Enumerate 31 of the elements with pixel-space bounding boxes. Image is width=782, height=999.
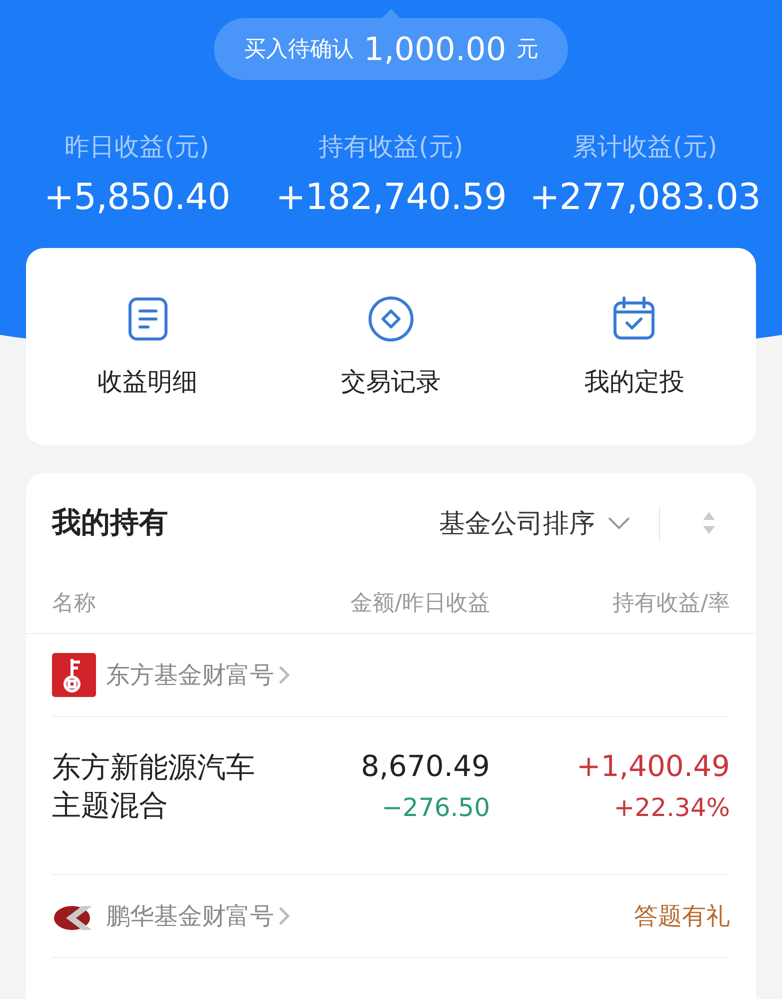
column-header: 持有收益/率 [612, 590, 730, 618]
section-title: 我的持有 [52, 504, 169, 541]
fund-name: 东方新能源汽车主题混合 [52, 749, 256, 824]
pending-label: 买入待确认 [244, 36, 354, 64]
coin-icon [366, 295, 415, 343]
quiz-reward-link[interactable]: 答题有礼 [634, 900, 730, 932]
key-logo-icon [52, 653, 96, 697]
stat-value: +5,850.40 [44, 177, 230, 218]
stat-label: 持有收益(元) [318, 131, 464, 163]
pending-amount: 1,000.00 [364, 30, 506, 68]
sort-dropdown[interactable]: 基金公司排序 [439, 506, 660, 540]
company-link[interactable]: 东方基金财富号 [106, 659, 290, 691]
chevron-down-icon [607, 516, 631, 530]
shortcut-button[interactable]: 交易记录 [269, 295, 513, 398]
stat-label: 昨日收益(元) [64, 131, 210, 163]
chevron-right-icon [278, 906, 290, 926]
holding-profit: +1,400.49 [576, 749, 730, 783]
daily-profit: −276.50 [382, 793, 490, 822]
chevron-right-icon [278, 665, 290, 685]
fund-amount: 8,670.49 [360, 749, 490, 783]
column-header: 名称 [52, 590, 97, 618]
shortcut-button[interactable]: 收益明细 [26, 295, 270, 398]
stat-label: 累计收益(元) [572, 131, 718, 163]
column-header: 金额/昨日收益 [350, 590, 490, 618]
fund-row[interactable]: 东方新能源汽车主题混合 8,670.49 −276.50 +1,400.49 +22.34% [52, 717, 730, 876]
stat-value: +277,083.03 [530, 177, 760, 218]
stat-value: +182,740.59 [276, 177, 506, 218]
company-link[interactable]: 鹏华基金财富号 [106, 900, 290, 932]
profit-rate: +22.34% [614, 793, 730, 822]
currency-unit: 元 [516, 36, 538, 64]
shortcut-button[interactable]: 我的定投 [512, 295, 756, 398]
